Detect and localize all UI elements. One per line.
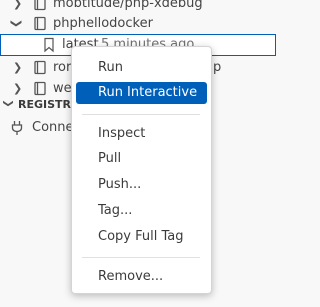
chevron-right-icon[interactable]: ❯ [13,82,22,95]
menu-item-tag[interactable]: Tag... [76,200,207,222]
menu-item-inspect[interactable]: Inspect [76,123,207,145]
menu-item-run[interactable]: Run [76,57,207,79]
plug-icon [10,120,24,140]
tree-item-label: mobtitude/php-xdebug [53,0,203,11]
bookmark-tag-icon [43,37,55,57]
repository-icon [33,60,47,80]
menu-item-pull[interactable]: Pull [76,148,207,170]
menu-item-remove[interactable]: Remove... [76,266,207,288]
tree-item-label-tail: p [213,60,222,75]
menu-separator [82,114,200,115]
menu-item-run-interactive[interactable]: Run Interactive [76,82,207,104]
repository-icon [33,16,47,36]
tree-item-phphellodocker[interactable]: ❯ phphellodocker [0,13,276,35]
tree-item-label: ror [53,60,72,75]
menu-item-copy-full-tag[interactable]: Copy Full Tag [76,226,207,248]
menu-separator [82,257,200,258]
chevron-right-icon[interactable]: ❯ [13,61,22,74]
tree-item-label: we [53,81,72,96]
connect-registry-label: Conne [32,120,74,135]
tree-item-label: phphellodocker [53,16,153,31]
chevron-down-icon[interactable]: ❯ [3,99,14,107]
chevron-down-icon[interactable]: ❯ [10,19,23,28]
chevron-right-icon[interactable]: ❯ [13,0,22,10]
context-menu: Run Run Interactive Inspect Pull Push...… [71,46,212,294]
menu-item-push[interactable]: Push... [76,174,207,196]
